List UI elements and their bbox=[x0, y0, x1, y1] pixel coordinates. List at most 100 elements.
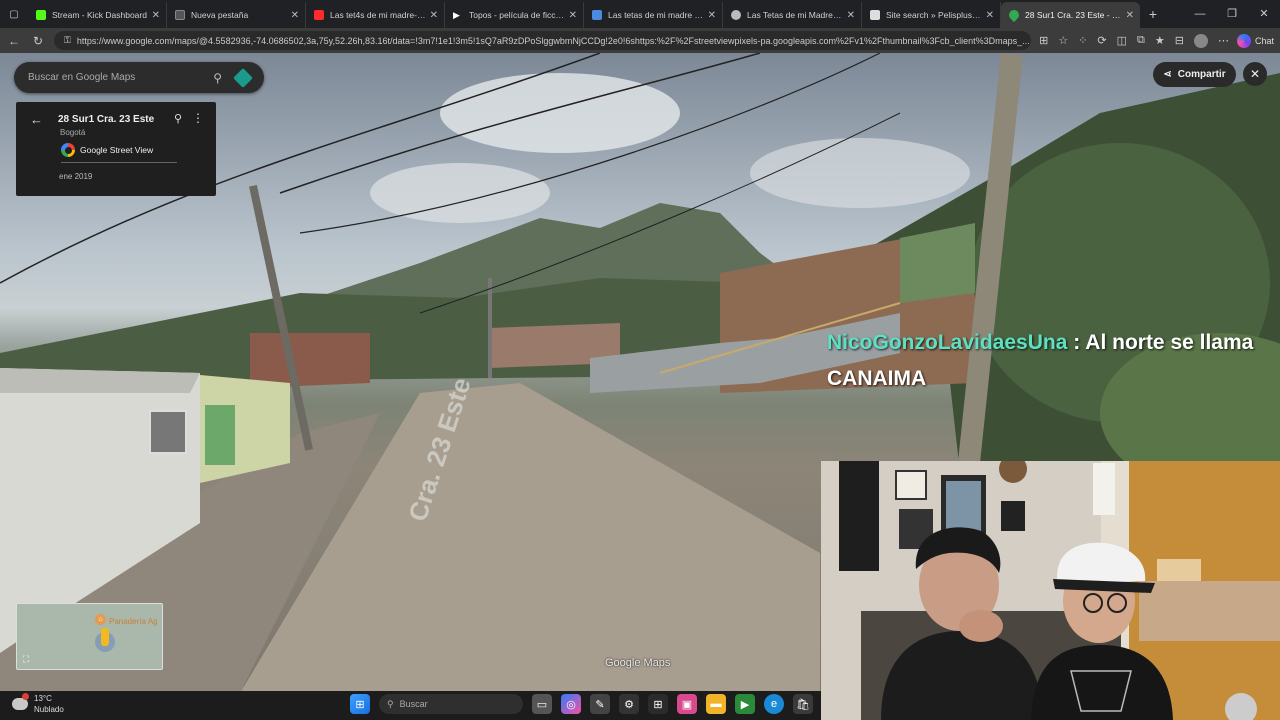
tab-topos[interactable]: ▶ Topos - película de ficción co ✕ bbox=[445, 2, 584, 28]
minimap-poi-label: Panadería Ag bbox=[109, 617, 158, 626]
taskbar-search[interactable]: ⚲ Buscar bbox=[379, 694, 523, 714]
location-pin-icon[interactable]: ⚲ bbox=[174, 112, 182, 125]
weather-temperature: 13°C bbox=[34, 694, 52, 703]
favorite-star-icon[interactable]: ☆ bbox=[1058, 34, 1068, 47]
apps-grid-icon[interactable]: ⁘ bbox=[1078, 34, 1087, 47]
expand-map-icon[interactable]: ⛶ bbox=[23, 654, 29, 665]
split-screen-icon[interactable]: ◫ bbox=[1117, 34, 1127, 47]
pegman-icon[interactable] bbox=[101, 628, 109, 646]
task-view-icon[interactable]: ▭ bbox=[532, 694, 552, 714]
maps-favicon-icon bbox=[1006, 7, 1022, 23]
install-app-icon[interactable]: ⊞ bbox=[1039, 34, 1048, 47]
tab-new-tab[interactable]: Nueva pestaña ✕ bbox=[167, 2, 306, 28]
page-favicon-icon bbox=[731, 10, 741, 20]
chat-message-overlay: NicoGonzoLavidaesUna : Al norte se llama… bbox=[827, 325, 1267, 397]
kick-favicon-icon bbox=[36, 10, 46, 20]
play-favicon-icon: ▶ bbox=[453, 10, 460, 20]
tab-title: Nueva pestaña bbox=[191, 10, 249, 20]
card-address: 28 Sur1 Cra. 23 Este bbox=[58, 114, 155, 125]
collections-icon[interactable]: ⊟ bbox=[1175, 34, 1184, 47]
new-tab-button[interactable]: + bbox=[1140, 2, 1166, 28]
back-arrow-icon[interactable]: ← bbox=[30, 112, 43, 127]
share-icon: ⋖ bbox=[1163, 69, 1172, 80]
copilot-icon bbox=[1236, 33, 1251, 48]
browser-tab-bar: ▢ Stream - Kick Dashboard ✕ Nueva pestañ… bbox=[0, 0, 1280, 28]
favorites-icon[interactable]: ★ bbox=[1155, 34, 1165, 47]
close-street-view-button[interactable]: ✕ bbox=[1243, 62, 1267, 86]
card-city: Bogotá bbox=[60, 128, 86, 137]
weather-widget[interactable]: 13°C Nublado bbox=[12, 693, 64, 715]
tab-title: Site search » Pelisplus - Ver P bbox=[886, 10, 982, 20]
back-icon[interactable]: ← bbox=[6, 34, 22, 48]
windows-start-icon[interactable]: ⊞ bbox=[350, 694, 370, 714]
page-favicon-icon bbox=[870, 10, 880, 20]
street-view-info-card: ← 28 Sur1 Cra. 23 Este Bogotá ⚲ ⋮ Google… bbox=[16, 102, 216, 196]
windows-taskbar: 13°C Nublado ⊞ ⚲ Buscar ▭ ◎ ✎ ⚙ ⊞ ▣ ▬ ▶ … bbox=[0, 691, 821, 720]
photos-app-icon[interactable]: ▣ bbox=[677, 694, 697, 714]
close-tab-icon[interactable]: ✕ bbox=[152, 10, 160, 21]
extensions-icon[interactable]: ⧉ bbox=[1137, 34, 1145, 47]
chat-separator: : bbox=[1067, 331, 1086, 354]
close-tab-icon[interactable]: ✕ bbox=[291, 10, 299, 21]
search-icon: ⚲ bbox=[387, 698, 394, 709]
tab-title: Topos - película de ficción co bbox=[469, 10, 565, 20]
tab-pelisplus[interactable]: Site search » Pelisplus - Ver P ✕ bbox=[862, 2, 1001, 28]
store-app-icon[interactable]: 🛍 bbox=[793, 694, 813, 714]
close-tab-icon[interactable]: ✕ bbox=[430, 10, 438, 21]
page-favicon-icon bbox=[592, 10, 602, 20]
edge-browser-icon[interactable]: e bbox=[764, 694, 784, 714]
more-options-icon[interactable]: ⋯ bbox=[1218, 34, 1229, 47]
apps-grid-icon[interactable]: ⊞ bbox=[648, 694, 668, 714]
url-field[interactable]: ⚿ https://www.google.com/maps/@4.5582936… bbox=[54, 31, 1032, 50]
weather-condition: Nublado bbox=[34, 705, 64, 714]
minimize-icon[interactable]: — bbox=[1184, 0, 1216, 28]
more-vert-icon[interactable]: ⋮ bbox=[192, 111, 204, 125]
restore-icon[interactable]: ❐ bbox=[1216, 0, 1248, 28]
webcam-image bbox=[821, 461, 1280, 720]
refresh-extension-icon[interactable]: ⟳ bbox=[1097, 34, 1106, 47]
tab-title: 28 Sur1 Cra. 23 Este - Googl bbox=[1025, 10, 1122, 20]
settings-app-icon[interactable]: ⚙ bbox=[619, 694, 639, 714]
tab-google-maps[interactable]: 28 Sur1 Cra. 23 Este - Googl ✕ bbox=[1001, 2, 1140, 28]
close-tab-icon[interactable]: ✕ bbox=[708, 10, 716, 21]
google-logo-icon bbox=[61, 143, 75, 157]
notes-app-icon[interactable]: ✎ bbox=[590, 694, 610, 714]
file-explorer-icon[interactable]: ▬ bbox=[706, 694, 726, 714]
copilot-app-icon[interactable]: ◎ bbox=[561, 694, 581, 714]
tab-title: Las tet4s de mi madre--pelíc bbox=[330, 10, 426, 20]
tab-tetas-2015[interactable]: Las tetas de mi madre (2015) ✕ bbox=[584, 2, 723, 28]
close-tab-icon[interactable]: ✕ bbox=[986, 10, 994, 21]
close-tab-icon[interactable]: ✕ bbox=[847, 10, 855, 21]
search-placeholder: Buscar en Google Maps bbox=[28, 72, 136, 83]
directions-icon[interactable] bbox=[233, 67, 253, 88]
close-tab-icon[interactable]: ✕ bbox=[1126, 10, 1134, 21]
capture-date[interactable]: ene 2019 bbox=[59, 172, 92, 181]
chat-username: NicoGonzoLavidaesUna bbox=[827, 331, 1068, 354]
close-window-icon[interactable]: ✕ bbox=[1248, 0, 1280, 28]
window-controls: — ❐ ✕ bbox=[1184, 0, 1280, 28]
profile-avatar-icon[interactable] bbox=[1193, 33, 1208, 48]
chat-label: Chat bbox=[1254, 35, 1274, 46]
cloudy-weather-icon bbox=[12, 693, 29, 710]
maps-search-box[interactable]: Buscar en Google Maps ⚲ bbox=[14, 62, 264, 93]
close-icon: ✕ bbox=[1249, 67, 1261, 81]
taskbar-search-placeholder: Buscar bbox=[399, 699, 428, 709]
copilot-chat-button[interactable]: Chat bbox=[1236, 33, 1274, 48]
tab-title: Las Tetas de mi Madre - Pelí bbox=[747, 10, 843, 20]
reload-icon[interactable]: ↻ bbox=[30, 34, 46, 48]
close-tab-icon[interactable]: ✕ bbox=[569, 10, 577, 21]
source-label: Google Street View bbox=[80, 145, 154, 155]
kick-app-icon[interactable]: ▶ bbox=[735, 694, 755, 714]
share-label: Compartir bbox=[1177, 69, 1226, 80]
share-button[interactable]: ⋖ Compartir bbox=[1153, 62, 1236, 87]
site-info-icon[interactable]: ⚿ bbox=[64, 35, 71, 46]
tab-actions-icon[interactable]: ▢ bbox=[0, 0, 28, 28]
tab-kick-dashboard[interactable]: Stream - Kick Dashboard ✕ bbox=[28, 2, 167, 28]
tab-youtube[interactable]: Las tet4s de mi madre--pelíc ✕ bbox=[306, 2, 445, 28]
tab-title: Stream - Kick Dashboard bbox=[52, 10, 147, 20]
street-view-source[interactable]: Google Street View bbox=[61, 143, 153, 157]
webcam-overlay bbox=[821, 461, 1280, 720]
minimap[interactable]: ⌂ Panadería Ag ⛶ bbox=[16, 603, 163, 670]
tab-tetas-pelicula[interactable]: Las Tetas de mi Madre - Pelí ✕ bbox=[723, 2, 862, 28]
search-icon[interactable]: ⚲ bbox=[213, 71, 222, 85]
